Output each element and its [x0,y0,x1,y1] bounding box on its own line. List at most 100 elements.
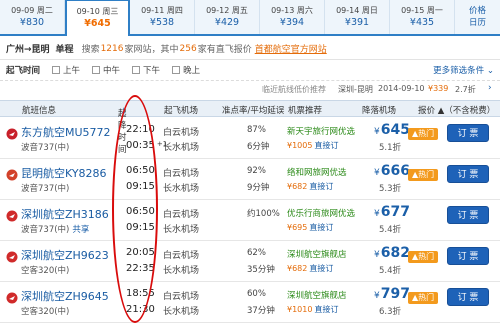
departure-time: 22:10 [126,124,155,135]
date-tab-5[interactable]: 09-14 周日 ¥391 [325,0,390,34]
hot-label: 热门 [418,293,435,302]
average-delay: 9分钟 [247,183,270,193]
date-tab-6[interactable]: 09-15 周一 ¥435 [390,0,455,34]
arrival-time-label: 21:30 [126,304,155,315]
aircraft-type: 波音737(中) [21,182,72,194]
airline-flight-link[interactable]: 昆明航空KY8286 [21,165,107,181]
filter-morning[interactable]: 上午 [52,64,80,76]
date-tab-1[interactable]: 09-10 周三 ¥645 [65,0,130,36]
airline-flight-link[interactable]: 深圳航空ZH3186 [21,206,109,222]
date-tab-0[interactable]: 09-09 周二 ¥830 [0,0,65,34]
checkbox-icon[interactable] [92,66,101,74]
flight-row[interactable]: 东方航空MU5772 波音737(中) 22:10 00:35 +1 白云机场 长水机场 87… [0,118,500,159]
on-time-rate: 92% [247,166,266,176]
direct-book-label: 直接订 [309,182,334,191]
recommended-agent[interactable]: 新天宇旅行网优选 [287,125,355,137]
checkbox-icon[interactable] [172,66,181,74]
recommended-offer[interactable]: ¥682 直接订 [287,181,333,192]
discount: 5.4折 [379,225,402,235]
flight-row[interactable]: 深圳航空ZH3186 波音737(中) 共享 06:50 09:15 白云机场 长水机场 约1… [0,200,500,241]
currency-symbol: ¥ [374,291,380,301]
aircraft-label: 波音737(中) [21,225,70,235]
header-price[interactable]: 报价 ▲（不含税费） [418,104,495,116]
offer-amount: ¥1010 [287,305,313,314]
airline-logo-icon [6,210,18,222]
header-dep-airport[interactable]: 起飞机场 [164,104,198,116]
price-value: 666 [380,163,410,179]
more-filters-link[interactable]: 更多筛选条件 ⌄ [433,64,494,76]
filter-label: 中午 [103,66,121,76]
recommended-agent[interactable]: 深圳航空旗舰店 [287,289,347,301]
recommended-offer[interactable]: ¥1010 直接订 [287,304,338,315]
flight-row[interactable]: 昆明航空KY8286 波音737(中) 06:50 09:15 白云机场 长水机场 92% 9… [0,159,500,200]
date-tab-3[interactable]: 09-12 周五 ¥429 [195,0,260,34]
airline-flight-link[interactable]: 深圳航空ZH9645 [21,288,109,304]
price-value: 682 [380,245,410,261]
flight-row[interactable]: 深圳航空ZH9645 空客320(中) 18:55 21:30 白云机场 长水机场 60% 3… [0,282,500,323]
filter-afternoon[interactable]: 下午 [132,64,160,76]
date-price-tabs: 09-09 周二 ¥830 09-10 周三 ¥645 09-11 周四 ¥538 0… [0,0,500,36]
calendar-line-2: 日历 [468,18,486,28]
filter-noon[interactable]: 中午 [92,64,120,76]
filter-title: 起飞时间 [6,66,41,76]
hot-label: 热门 [418,170,435,179]
hot-label: 热门 [418,252,435,261]
departure-airport: 白云机场 [163,128,200,138]
book-ticket-button[interactable]: 订 票 [447,247,489,265]
ticket-price: ¥677 [374,204,410,220]
calendar-line-1: 价格 [468,6,486,16]
recommended-offer[interactable]: ¥1005 直接订 [287,140,338,151]
recommended-agent[interactable]: 优乐行商旅网优选 [287,207,355,219]
date-tab-2[interactable]: 09-11 周四 ¥538 [130,0,195,34]
ticket-price: ¥645 [374,122,410,138]
shared-flight-tag[interactable]: 共享 [72,225,89,235]
recommended-offer[interactable]: ¥682 直接订 [287,263,333,274]
airline-flight-link[interactable]: 东方航空MU5772 [21,124,111,140]
currency-symbol: ¥ [374,127,380,137]
nearby-route[interactable]: 深圳-昆明 [338,84,373,95]
departure-airport: 白云机场 [163,169,200,179]
book-ticket-button[interactable]: 订 票 [447,288,489,306]
date-price: ¥538 [149,17,175,28]
route-cities: 广州→昆明 [6,45,50,55]
nearby-price: ¥339 [428,84,449,93]
header-on-time[interactable]: 准点率/平均延误 [222,104,284,116]
airline-flight-link[interactable]: 深圳航空ZH9623 [21,247,109,263]
discount: 5.3折 [379,184,402,194]
ticket-price: ¥797 [374,286,410,302]
date-price: ¥391 [344,17,370,28]
recommended-agent[interactable]: 络和网旅网优选 [287,166,347,178]
recommended-offer[interactable]: ¥695 直接订 [287,222,333,233]
date-price: ¥645 [84,18,111,29]
direct-book-label: 直接订 [314,305,339,314]
flight-row[interactable]: 深圳航空ZH9623 空客320(中) 20:05 22:35 白云机场 长水机场 62% 3… [0,241,500,282]
book-ticket-button[interactable]: 订 票 [447,206,489,224]
price-calendar-link[interactable]: 价格 日历 [455,0,500,34]
checkbox-icon[interactable] [52,66,61,74]
date-label: 09-15 周一 [401,6,443,15]
filter-evening[interactable]: 晚上 [172,64,200,76]
official-site-link[interactable]: 首都航空官方网站 [255,42,327,55]
date-tab-4[interactable]: 09-13 周六 ¥394 [260,0,325,34]
hot-badge: ▲热门 [408,169,439,181]
header-flight-info[interactable]: 航班信息 [22,104,56,116]
aircraft-type: 空客320(中) [21,264,72,276]
aircraft-label: 空客320(中) [21,266,70,276]
trip-type: 单程 [55,45,74,55]
checkbox-icon[interactable] [132,66,141,74]
direct-book-label: 直接订 [309,264,334,273]
book-ticket-button[interactable]: 订 票 [447,165,489,183]
offer-amount: ¥1005 [287,141,313,150]
recommended-agent[interactable]: 深圳航空旗舰店 [287,248,347,260]
aircraft-label: 波音737(中) [21,143,70,153]
offer-amount: ¥695 [287,223,308,232]
departure-time: 06:50 [126,165,155,176]
summary-mid: 家网站，其中 [124,45,179,55]
chevron-right-icon[interactable]: › [488,83,492,93]
date-price: ¥429 [214,17,240,28]
date-price: ¥394 [279,17,305,28]
date-price: ¥435 [409,17,435,28]
book-ticket-button[interactable]: 订 票 [447,124,489,142]
departure-airport: 白云机场 [163,251,200,261]
header-arr-airport[interactable]: 降落机场 [362,104,396,116]
